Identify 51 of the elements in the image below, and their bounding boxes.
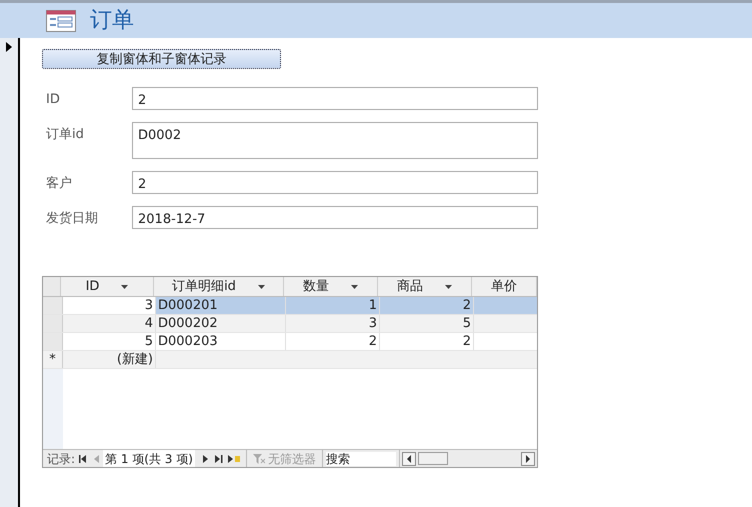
column-header[interactable]: 订单明细id (154, 277, 284, 296)
copy-record-button[interactable]: 复制窗体和子窗体记录 (42, 49, 281, 69)
column-header[interactable]: 数量 (284, 277, 378, 296)
table-cell: 2 (380, 333, 474, 350)
new-record-icon[interactable] (228, 454, 240, 462)
scroll-right-icon[interactable] (521, 452, 535, 466)
datasheet-row[interactable]: 4 D000202 3 5 (43, 315, 537, 333)
dropdown-arrow-icon[interactable] (121, 284, 128, 288)
text-field[interactable]: 2018-12-7 (132, 206, 538, 229)
table-cell: D000202 (156, 315, 286, 332)
table-cell: 1 (286, 297, 380, 314)
form-title: 订单 (90, 7, 134, 35)
table-cell: 3 (63, 297, 156, 314)
search-field[interactable]: 搜索 (326, 452, 396, 466)
column-header[interactable]: ID (61, 277, 154, 296)
first-record-icon[interactable] (79, 454, 88, 462)
last-record-icon[interactable] (214, 454, 223, 462)
text-field[interactable]: D0002 (132, 122, 538, 159)
new-row-marker: * (49, 350, 56, 369)
field-label: 发货日期 (45, 210, 99, 228)
next-record-icon[interactable] (202, 454, 209, 462)
column-header[interactable]: 单价 (472, 277, 537, 296)
table-cell: 2 (380, 297, 474, 314)
table-cell: 2 (286, 333, 380, 350)
record-label: 记录: (46, 450, 76, 467)
dropdown-arrow-icon[interactable] (258, 284, 265, 288)
current-record-arrow-icon (6, 42, 12, 52)
table-cell: 3 (286, 315, 380, 332)
table-cell: D000203 (156, 333, 286, 350)
datasheet-row[interactable]: 5 D000203 2 2 (43, 333, 537, 351)
field-label: ID (45, 91, 61, 109)
scroll-left-icon[interactable] (402, 452, 416, 466)
new-row-label: (新建) (116, 352, 153, 367)
filter-icon (252, 454, 265, 464)
form-icon (46, 10, 76, 32)
record-position-field[interactable]: 第 1 项(共 3 项) (103, 450, 195, 467)
horizontal-scrollbar[interactable] (398, 450, 537, 467)
dropdown-arrow-icon[interactable] (351, 284, 358, 288)
table-cell: D000201 (156, 297, 286, 314)
column-header[interactable]: 商品 (378, 277, 472, 296)
text-field[interactable]: 2 (132, 87, 538, 110)
text-field[interactable]: 2 (132, 171, 538, 194)
datasheet-row[interactable]: 3 D000201 1 2 (43, 297, 537, 315)
table-cell: 5 (380, 315, 474, 332)
table-cell: 5 (63, 333, 156, 350)
table-cell: 4 (63, 315, 156, 332)
dropdown-arrow-icon[interactable] (445, 284, 452, 288)
record-selector[interactable] (0, 38, 20, 507)
field-label: 订单id (45, 126, 85, 144)
field-label: 客户 (45, 175, 73, 193)
scrollbar-thumb[interactable] (418, 452, 448, 465)
